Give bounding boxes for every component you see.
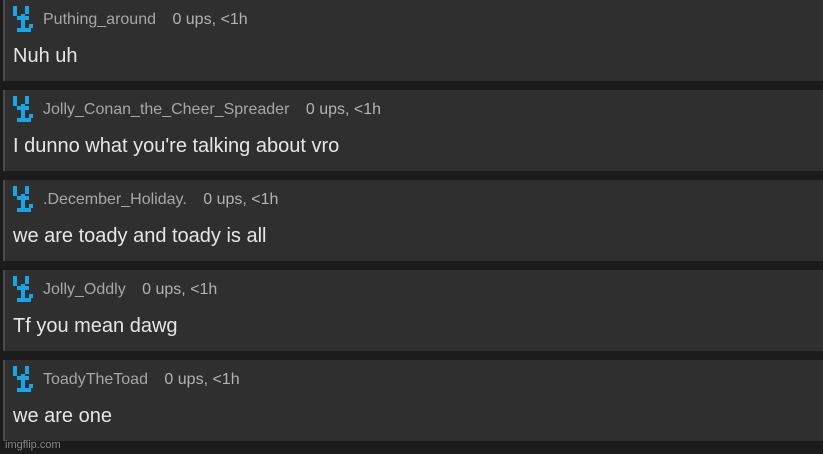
comment-meta: .December_Holiday. 0 ups, <1h: [43, 190, 278, 210]
username-link[interactable]: .December_Holiday.: [43, 191, 187, 208]
comment: .December_Holiday. 0 ups, <1h we are toa…: [3, 180, 823, 261]
comment-stats: 0 ups, <1h: [305, 101, 382, 118]
comment: ToadyTheToad 0 ups, <1h we are one: [3, 360, 823, 441]
user-avatar-icon[interactable]: [13, 366, 35, 392]
comment-stats: 0 ups, <1h: [203, 191, 279, 208]
comment-meta: Jolly_Oddly 0 ups, <1h: [43, 280, 217, 300]
username-link[interactable]: Jolly_Oddly: [43, 281, 126, 298]
user-avatar-icon[interactable]: [13, 276, 35, 302]
comment-text: we are one: [13, 405, 112, 427]
comment-meta: Puthing_around 0 ups, <1h: [43, 10, 248, 30]
comment: Puthing_around 0 ups, <1h Nuh uh: [3, 0, 823, 81]
blue-pixel-figure-icon: [13, 276, 33, 302]
user-avatar-icon[interactable]: [13, 6, 35, 32]
comment-text: I dunno what you're talking about vro: [13, 135, 340, 157]
comment-stats: 0 ups, <1h: [142, 281, 218, 298]
username-link[interactable]: Puthing_around: [43, 11, 156, 28]
blue-pixel-figure-icon: [13, 186, 33, 212]
user-avatar-icon[interactable]: [13, 186, 35, 212]
user-avatar-icon[interactable]: [13, 96, 35, 122]
blue-pixel-figure-icon: [13, 96, 33, 122]
comment-text: Tf you mean dawg: [13, 315, 178, 337]
comment-stats: 0 ups, <1h: [172, 11, 248, 28]
comment: Jolly_Oddly 0 ups, <1h Tf you mean dawg: [3, 270, 823, 351]
comment-feed: Puthing_around 0 ups, <1h Nuh uh Jolly_C…: [0, 0, 823, 454]
blue-pixel-figure-icon: [13, 366, 33, 392]
comment-meta: ToadyTheToad 0 ups, <1h: [43, 370, 240, 390]
imgflip-watermark: imgflip.com: [5, 439, 61, 451]
blue-pixel-figure-icon: [13, 6, 33, 32]
comment-text: we are toady and toady is all: [13, 225, 267, 247]
username-link[interactable]: ToadyTheToad: [43, 371, 148, 388]
comment-stats: 0 ups, <1h: [164, 371, 240, 388]
username-link[interactable]: Jolly_Conan_the_Cheer_Spreader: [43, 101, 289, 118]
comment: Jolly_Conan_the_Cheer_Spreader 0 ups, <1…: [3, 90, 823, 171]
comment-text: Nuh uh: [13, 45, 78, 67]
comment-meta: Jolly_Conan_the_Cheer_Spreader 0 ups, <1…: [43, 100, 381, 120]
